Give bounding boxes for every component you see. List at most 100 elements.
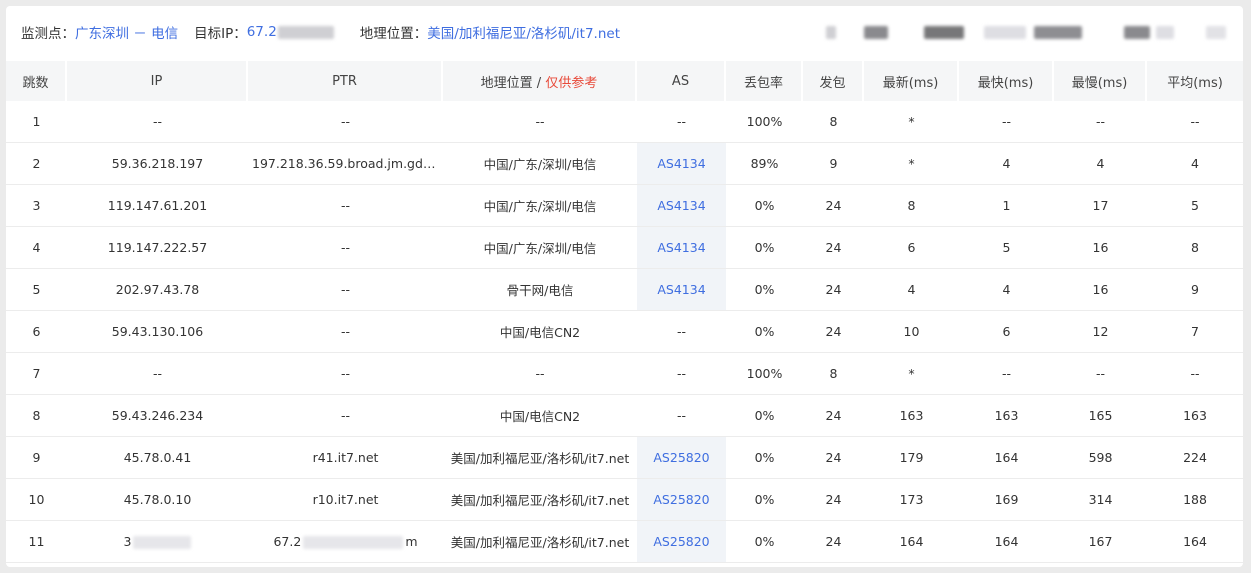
- table-row: 3 119.147.61.201 -- 中国/广东/深圳/电信 AS4134 0…: [6, 185, 1243, 227]
- as-link[interactable]: AS4134: [657, 282, 705, 297]
- trace-card: 监测点： 广东深圳 － 电信 目标IP： 67.2 地理位置： 美国/加利福尼亚…: [6, 6, 1243, 567]
- best-cell: 1: [959, 185, 1054, 227]
- sent-cell: 24: [803, 227, 864, 269]
- ip-cell: --: [67, 353, 248, 395]
- redaction-3: [924, 26, 964, 39]
- sent-cell: 24: [803, 311, 864, 353]
- col-sent[interactable]: 发包: [803, 61, 864, 101]
- worst-cell: 314: [1054, 479, 1147, 521]
- ptr-partial: 67.2: [273, 534, 302, 549]
- table-row: 11 3 67.2 m 美国/加利福尼亚/洛杉矶/it7.net AS25820 …: [6, 521, 1243, 563]
- header-bar: 监测点： 广东深圳 － 电信 目标IP： 67.2 地理位置： 美国/加利福尼亚…: [6, 6, 1243, 58]
- geo-cell: 骨干网/电信: [443, 269, 637, 311]
- sent-cell: 8: [803, 353, 864, 395]
- col-geo-label: 地理位置: [480, 75, 533, 91]
- hop-cell: 9: [6, 437, 67, 479]
- avg-cell: 4: [1147, 143, 1243, 185]
- last-cell: 8: [864, 185, 959, 227]
- ptr-cell: r41.it7.net: [248, 437, 443, 479]
- best-cell: 164: [959, 437, 1054, 479]
- as-cell[interactable]: AS4134: [637, 269, 726, 311]
- worst-cell: 17: [1054, 185, 1147, 227]
- last-cell: 179: [864, 437, 959, 479]
- geo-cell: 中国/电信CN2: [443, 395, 637, 437]
- as-cell[interactable]: AS25820: [637, 437, 726, 479]
- loss-cell: 100%: [726, 353, 803, 395]
- hop-cell: 4: [6, 227, 67, 269]
- as-cell[interactable]: AS25820: [637, 521, 726, 563]
- as-link[interactable]: AS25820: [653, 450, 709, 465]
- as-link[interactable]: AS25820: [653, 534, 709, 549]
- sent-cell: 9: [803, 143, 864, 185]
- best-cell: 163: [959, 395, 1054, 437]
- best-cell: 169: [959, 479, 1054, 521]
- best-cell: 164: [959, 521, 1054, 563]
- hop-cell: 2: [6, 143, 67, 185]
- table-row: 1 -- -- -- -- 100% 8 * -- -- --: [6, 101, 1243, 143]
- hop-cell: 11: [6, 521, 67, 563]
- col-hop[interactable]: 跳数: [6, 61, 67, 101]
- sent-cell: 24: [803, 395, 864, 437]
- ip-cell: 119.147.61.201: [67, 185, 248, 227]
- ptr-cell: --: [248, 101, 443, 143]
- as-link[interactable]: AS4134: [657, 156, 705, 171]
- col-loss[interactable]: 丢包率: [726, 61, 803, 101]
- best-cell: --: [959, 353, 1054, 395]
- table-row: 9 45.78.0.41 r41.it7.net 美国/加利福尼亚/洛杉矶/it…: [6, 437, 1243, 479]
- geo-cell: 美国/加利福尼亚/洛杉矶/it7.net: [443, 479, 637, 521]
- loss-cell: 0%: [726, 227, 803, 269]
- table-row: 10 45.78.0.10 r10.it7.net 美国/加利福尼亚/洛杉矶/i…: [6, 479, 1243, 521]
- table-row: 6 59.43.130.106 -- 中国/电信CN2 -- 0% 24 10 …: [6, 311, 1243, 353]
- as-cell[interactable]: AS4134: [637, 227, 726, 269]
- avg-cell: 5: [1147, 185, 1243, 227]
- hop-cell: 7: [6, 353, 67, 395]
- sent-cell: 24: [803, 437, 864, 479]
- geo-cell: --: [443, 353, 637, 395]
- redaction-6: [1124, 26, 1150, 39]
- last-cell: *: [864, 143, 959, 185]
- avg-cell: --: [1147, 101, 1243, 143]
- ptr-cell: --: [248, 395, 443, 437]
- ip-redaction: [133, 536, 192, 549]
- as-cell[interactable]: AS4134: [637, 185, 726, 227]
- hop-cell: 6: [6, 311, 67, 353]
- col-avg[interactable]: 平均(ms): [1147, 61, 1243, 101]
- loss-cell: 0%: [726, 311, 803, 353]
- best-cell: 4: [959, 143, 1054, 185]
- hop-cell: 8: [6, 395, 67, 437]
- col-last[interactable]: 最新(ms): [864, 61, 959, 101]
- header-redaction: [6, 6, 1243, 58]
- worst-cell: --: [1054, 101, 1147, 143]
- worst-cell: --: [1054, 353, 1147, 395]
- worst-cell: 12: [1054, 311, 1147, 353]
- as-link[interactable]: AS4134: [657, 198, 705, 213]
- best-cell: --: [959, 101, 1054, 143]
- as-link[interactable]: AS25820: [653, 492, 709, 507]
- as-cell[interactable]: AS25820: [637, 479, 726, 521]
- col-as[interactable]: AS: [637, 61, 726, 101]
- as-link[interactable]: AS4134: [657, 240, 705, 255]
- col-best[interactable]: 最快(ms): [959, 61, 1054, 101]
- ip-cell: --: [67, 101, 248, 143]
- table-header-row: 跳数 IP PTR 地理位置 / 仅供参考 AS 丢包率 发包 最新(ms) 最…: [6, 61, 1243, 101]
- last-cell: 164: [864, 521, 959, 563]
- col-geo[interactable]: 地理位置 / 仅供参考: [443, 61, 637, 101]
- as-cell: --: [637, 353, 726, 395]
- sent-cell: 24: [803, 269, 864, 311]
- worst-cell: 16: [1054, 227, 1147, 269]
- worst-cell: 16: [1054, 269, 1147, 311]
- col-worst[interactable]: 最慢(ms): [1054, 61, 1147, 101]
- loss-cell: 0%: [726, 395, 803, 437]
- redaction-8: [1206, 26, 1226, 39]
- best-cell: 6: [959, 311, 1054, 353]
- as-cell[interactable]: AS4134: [637, 143, 726, 185]
- ip-cell: 45.78.0.10: [67, 479, 248, 521]
- ptr-tail: m: [405, 534, 418, 549]
- col-ip[interactable]: IP: [67, 61, 248, 101]
- table-row: 7 -- -- -- -- 100% 8 * -- -- --: [6, 353, 1243, 395]
- col-ptr[interactable]: PTR: [248, 61, 443, 101]
- ptr-cell: r10.it7.net: [248, 479, 443, 521]
- as-cell: --: [637, 395, 726, 437]
- loss-cell: 0%: [726, 269, 803, 311]
- ip-cell: 59.43.130.106: [67, 311, 248, 353]
